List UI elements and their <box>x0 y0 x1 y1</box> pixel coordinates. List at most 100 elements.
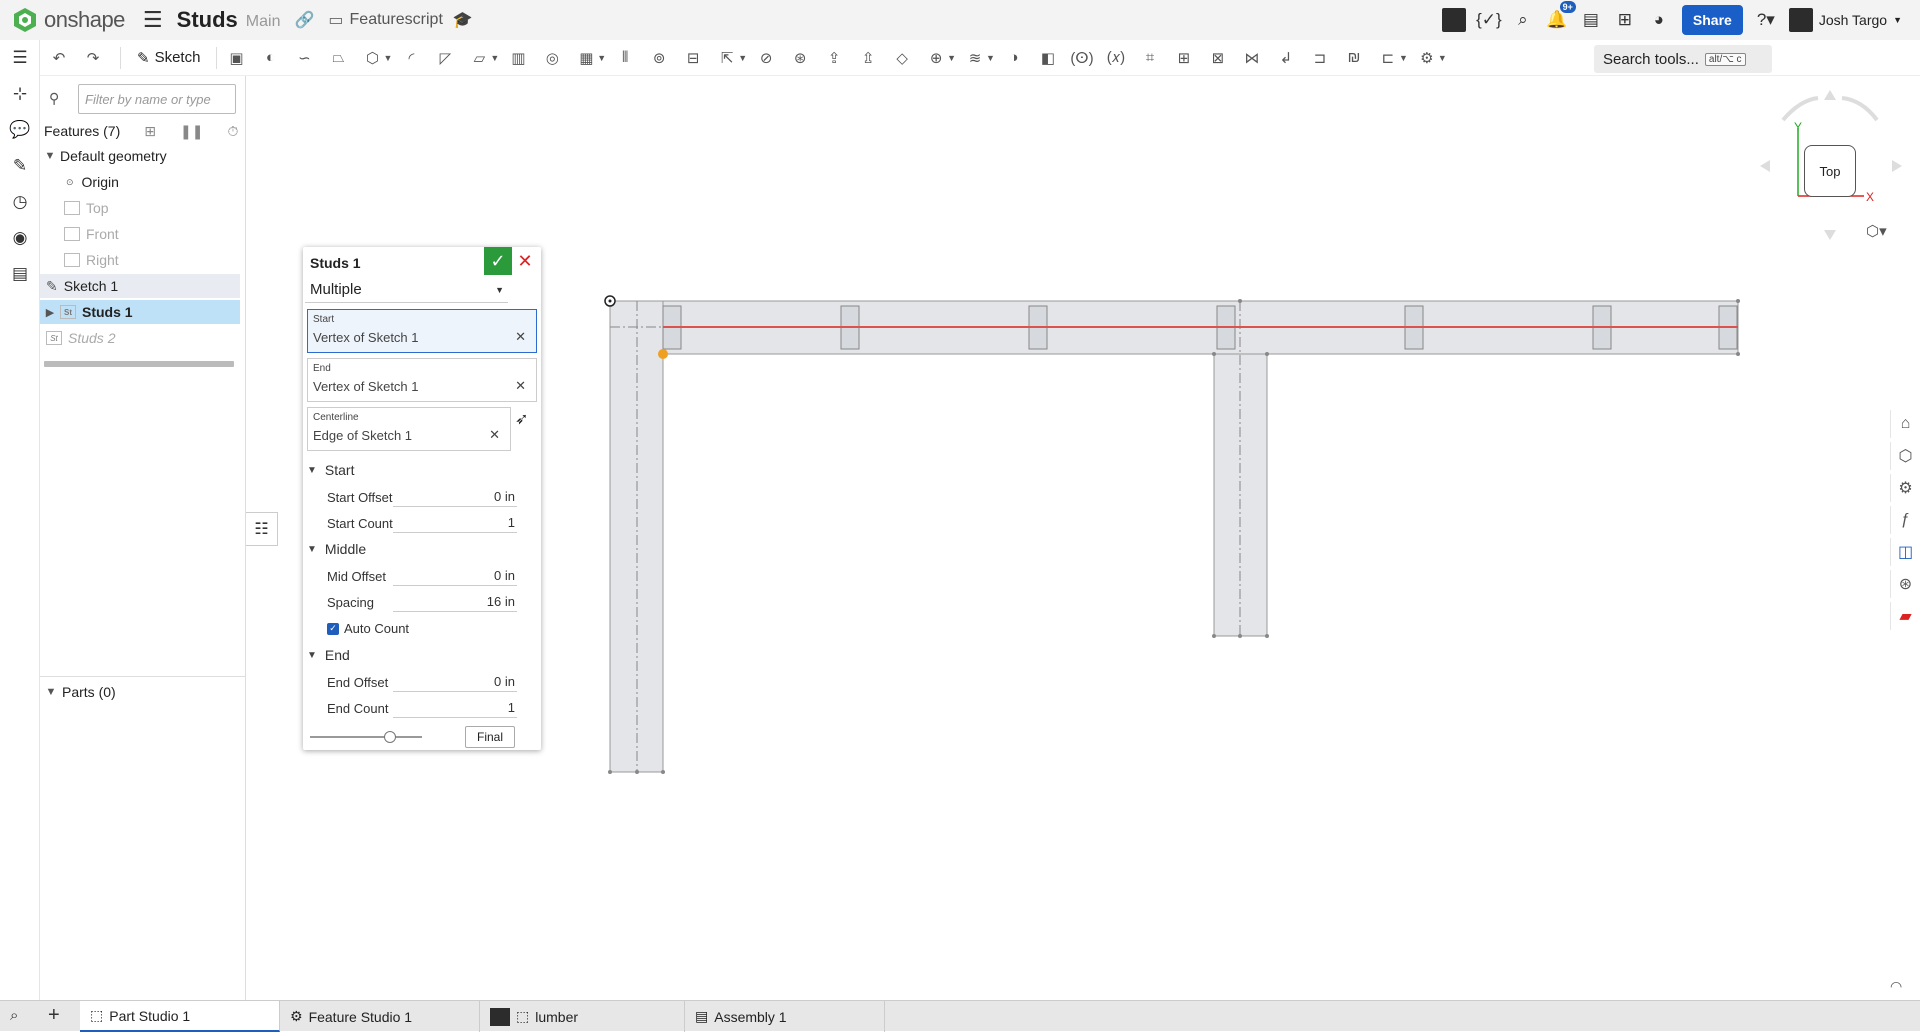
rollback-timer-icon[interactable]: ⏱ <box>227 123 238 140</box>
feature-list-icon[interactable]: ☰ <box>0 40 40 76</box>
appearance-panel-icon[interactable]: ⌂ <box>1890 410 1920 438</box>
workspace-thumbnail[interactable] <box>1441 8 1466 32</box>
field-value[interactable]: 0 in <box>393 566 517 586</box>
surface-icon[interactable]: ◧ <box>1035 45 1061 71</box>
hole-icon[interactable]: ◎ <box>539 45 565 71</box>
undo-icon[interactable]: ↶ <box>46 45 72 71</box>
plane-icon[interactable]: ◇ <box>889 45 915 71</box>
frame-icon[interactable]: ⊞ <box>1171 45 1197 71</box>
notes-icon[interactable]: ✎ <box>0 148 40 184</box>
chevron-down-icon[interactable]: ▼ <box>1438 53 1447 63</box>
clear-x-icon[interactable]: ✕ <box>489 427 500 443</box>
curve-icon[interactable]: ◑ <box>1001 45 1027 71</box>
featurescript-icon[interactable]: {✓} <box>1476 9 1502 31</box>
chevron-down-icon[interactable]: ▼ <box>1399 53 1408 63</box>
help-icon[interactable]: ?▾ <box>1755 9 1777 31</box>
delete-part-icon[interactable]: ⊘ <box>753 45 779 71</box>
onshape-logo[interactable]: onshape <box>12 7 125 33</box>
start-offset-field[interactable]: Start Offset 0 in <box>327 485 523 509</box>
chevron-down-icon[interactable]: ▼ <box>597 53 606 63</box>
checkbox-checked-icon[interactable]: ✓ <box>327 622 339 635</box>
transform-icon[interactable]: ⇱ <box>714 45 740 71</box>
pattern-icon[interactable]: ▦ <box>573 45 599 71</box>
extrude-icon[interactable]: ▣ <box>223 45 249 71</box>
split-view-icon[interactable]: ◫ <box>1890 538 1920 566</box>
tree-item-origin[interactable]: ⊙ Origin <box>40 170 240 194</box>
tree-item-front-plane[interactable]: Front <box>40 222 240 246</box>
field-value[interactable]: 1 <box>393 698 517 718</box>
feature-list-toggle-icon[interactable]: ☷ <box>246 512 278 546</box>
user-menu[interactable]: Josh Targo ▼ <box>1788 8 1902 32</box>
chamfer-icon[interactable]: ◸ <box>432 45 458 71</box>
move-face-icon[interactable]: ⇪ <box>821 45 847 71</box>
thicken-icon[interactable]: ⬡ <box>359 45 385 71</box>
add-tab-icon[interactable]: + <box>48 1004 60 1027</box>
clear-x-icon[interactable]: ✕ <box>515 378 526 394</box>
cancel-x-button[interactable]: ✕ <box>514 250 536 272</box>
chevron-right-icon[interactable]: ▶ <box>40 306 60 319</box>
variable-icon[interactable]: (𝑥) <box>1103 45 1129 71</box>
preview-slider[interactable] <box>310 731 422 743</box>
tree-item-top-plane[interactable]: Top <box>40 196 240 220</box>
chevron-down-icon[interactable]: ▼ <box>383 53 392 63</box>
section-end-header[interactable]: ▼ End <box>307 647 350 663</box>
centerline-query-field[interactable]: Centerline Edge of Sketch 1 ✕ <box>307 407 511 451</box>
graduation-cap-icon[interactable]: 🎓 <box>453 10 473 30</box>
chevron-down-icon[interactable]: ▼ <box>40 686 62 698</box>
appearance-icon[interactable]: ◉ <box>0 220 40 256</box>
shell-icon[interactable]: ▥ <box>505 45 531 71</box>
tab-assembly-1[interactable]: ▤ Assembly 1 <box>685 1001 885 1032</box>
replace-face-icon[interactable]: ⇫ <box>855 45 881 71</box>
field-value[interactable]: 16 in <box>393 592 517 612</box>
loft-icon[interactable]: ⏢ <box>325 45 351 71</box>
search-tools-input[interactable]: Search tools... alt/⌥ c <box>1594 45 1772 73</box>
clear-x-icon[interactable]: ✕ <box>515 329 526 345</box>
start-query-field[interactable]: Start Vertex of Sketch 1 ✕ <box>307 309 537 353</box>
measure-icon[interactable]: (ⵙ) <box>1069 45 1095 71</box>
redo-icon[interactable]: ↷ <box>80 45 106 71</box>
end-offset-field[interactable]: End Offset 0 in <box>327 670 523 694</box>
history-icon[interactable]: ◷ <box>0 184 40 220</box>
tab-feature-studio-1[interactable]: ⚙ Feature Studio 1 <box>280 1001 480 1032</box>
sweep-icon[interactable]: ∽ <box>291 45 317 71</box>
tree-item-default-geometry[interactable]: ▼ Default geometry <box>40 144 240 168</box>
mirror-icon[interactable]: ⫴ <box>612 45 638 71</box>
fillet-icon[interactable]: ◜ <box>398 45 424 71</box>
bom-icon[interactable]: ▤ <box>0 256 40 292</box>
tree-item-studs1[interactable]: ▶ St Studs 1 <box>40 300 240 324</box>
enclose-icon[interactable]: ⋈ <box>1239 45 1265 71</box>
fx-panel-icon[interactable]: ƒ <box>1890 506 1920 534</box>
apps-icon[interactable]: ⊞ <box>1614 9 1636 31</box>
section-start-header[interactable]: ▼ Start <box>307 462 354 478</box>
split-icon[interactable]: ⊟ <box>680 45 706 71</box>
parts-list-header[interactable]: ▼ Parts (0) <box>40 676 245 706</box>
finish-icon[interactable]: ⊠ <box>1205 45 1231 71</box>
document-icon[interactable]: ▤ <box>1580 9 1602 31</box>
revolve-icon[interactable]: ◐ <box>257 45 283 71</box>
field-value[interactable]: 0 in <box>393 672 517 692</box>
flange-icon[interactable]: ⊐ <box>1307 45 1333 71</box>
modify-fillet-icon[interactable]: ⊛ <box>787 45 813 71</box>
pause-icon[interactable]: ❚❚ <box>180 123 203 140</box>
view-cube[interactable]: Top <box>1804 145 1856 197</box>
sketch-button[interactable]: ✎ Sketch <box>137 49 200 67</box>
field-value[interactable]: 0 in <box>393 487 517 507</box>
search-icon[interactable]: ⌕ <box>1512 9 1534 31</box>
view-options-cube-icon[interactable]: ⬡▾ <box>1866 222 1887 240</box>
variables-panel-icon[interactable]: ⚙ <box>1890 474 1920 502</box>
link-icon[interactable]: 🔗 <box>294 10 314 30</box>
studs-feature-icon[interactable]: ₪ <box>1341 45 1367 71</box>
tree-item-sketch1[interactable]: ✎ Sketch 1 <box>40 274 240 298</box>
mate-connector-icon[interactable]: ⊕ <box>923 45 949 71</box>
accept-check-button[interactable]: ✓ <box>484 247 512 275</box>
share-button[interactable]: Share <box>1681 5 1743 35</box>
branch-name[interactable]: Main <box>246 13 281 31</box>
field-value[interactable]: 1 <box>393 513 517 533</box>
render-icon[interactable]: ⊛ <box>1890 570 1920 598</box>
flip-direction-icon[interactable]: ➶ <box>515 409 528 429</box>
tab-lumber[interactable]: ⬚ lumber <box>480 1001 685 1032</box>
tab-part-studio-1[interactable]: ⬚ Part Studio 1 <box>80 1001 280 1032</box>
section-view-icon[interactable]: ◠ <box>1890 978 1902 995</box>
learning-icon[interactable]: ◕ <box>1648 9 1670 31</box>
menu-icon[interactable]: ☰ <box>143 9 163 31</box>
